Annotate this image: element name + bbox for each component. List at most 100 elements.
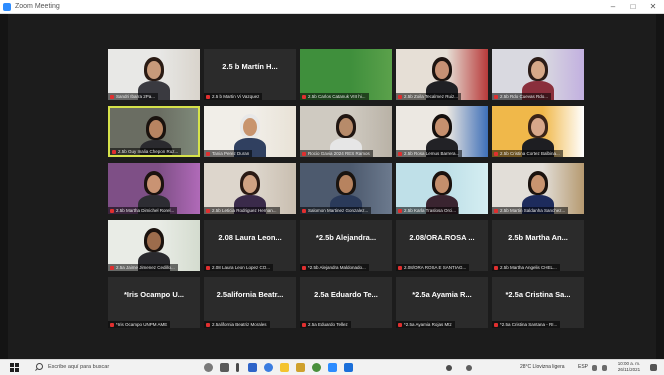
participant-name-label: 2.5b Leticia Rodriguez Hernan...	[204, 207, 280, 214]
participant-tile[interactable]: 2.08/ORA.ROSA ... 2.08/ORA ROSA E SANTIAG…	[396, 220, 488, 271]
tray-chevron-icon[interactable]	[446, 365, 452, 371]
participant-name-text: 2.5alifornia Beatriz Morales	[212, 322, 267, 327]
file-explorer-icon[interactable]	[280, 363, 289, 372]
muted-microphone-icon	[112, 149, 116, 154]
participant-tile[interactable]: 2.5b Martha An... 2.5b Martha Angelis CHE…	[492, 220, 584, 271]
participant-tile[interactable]: Rocio Gavia 2024 RES Ramos	[300, 106, 392, 157]
participant-name-text: 2.5 b Martin Vi Vazquez	[212, 94, 260, 99]
muted-microphone-icon	[302, 265, 306, 270]
edge-icon[interactable]	[264, 363, 273, 372]
cortana-icon[interactable]	[204, 363, 213, 372]
participant-tile[interactable]: 2.5b Cristina Cortez Balbina...	[492, 106, 584, 157]
windows-start-icon[interactable]	[10, 363, 19, 372]
participant-name-label: *2.5a Ayamia Rojas Mtz	[396, 321, 455, 328]
participant-name-text: 2.5b Martha Dimichel Rorel...	[116, 208, 175, 213]
participant-display-name: 2.5alifornia Beatr...	[216, 290, 284, 299]
minimize-button[interactable]: –	[606, 1, 620, 12]
muted-microphone-icon	[110, 208, 114, 213]
window-title: Zoom Meeting	[15, 3, 60, 10]
participant-display-name: 2.08/ORA.ROSA ...	[409, 233, 475, 242]
participant-tile[interactable]: *2.5b Alejandra... *2.5b Alejandra Maldon…	[300, 220, 392, 271]
participant-name-text: 2.5b Martha Angelis CHEL...	[500, 265, 557, 270]
participant-name-text: Salomon Martinez Gonzalez...	[308, 208, 369, 213]
clock-date: 26/11/2021	[617, 367, 641, 372]
participant-tile[interactable]: *Iris Ocampo U... *Iris Ocampo UNPM AME	[108, 277, 200, 328]
participant-display-name: 2.5a Eduardo Te...	[314, 290, 378, 299]
participant-tile[interactable]: 2.08 Laura Leon... 2.08 Laura Leon Lopez …	[204, 220, 296, 271]
participant-name-text: 2.5b Karla Traslosa Orci...	[404, 208, 457, 213]
participant-tile[interactable]: Salomon Martinez Gonzalez...	[300, 163, 392, 214]
language-indicator[interactable]: ESP	[578, 363, 588, 372]
taskbar-search-box[interactable]: Escribe aquí para buscar	[34, 362, 184, 373]
participant-name-text: 2.5b Rdo Cuevas Rdo...	[500, 94, 549, 99]
participant-display-name: 2.08 Laura Leon...	[218, 233, 282, 242]
notifications-icon[interactable]	[650, 364, 657, 371]
participant-name-label: 2.5 b Martin Vi Vazquez	[204, 93, 263, 100]
participant-tile[interactable]: 2.5b Zoila Tecalmez Ruiz...	[396, 49, 488, 100]
participant-tile[interactable]: 2.5alifornia Beatr... 2.5alifornia Beatri…	[204, 277, 296, 328]
muted-microphone-icon	[398, 151, 402, 156]
participant-tile[interactable]: Tania Perez Duran	[204, 106, 296, 157]
participant-tile[interactable]: *2.5a Cristina Sa... *2.5a Cristina Santa…	[492, 277, 584, 328]
participant-tile[interactable]: 2.5b Karla Traslosa Orci...	[396, 163, 488, 214]
participant-name-label: Rocio Gavia 2024 RES Ramos	[300, 150, 373, 157]
participant-name-label: 2.5b Carlos Catanuk VIII hi...	[300, 93, 369, 100]
participant-tile[interactable]: 2.5b Leticia Rodriguez Hernan...	[204, 163, 296, 214]
muted-microphone-icon	[206, 265, 210, 270]
muted-microphone-icon	[206, 322, 210, 327]
participant-name-text: 2.08 Laura Leon Lopez CO...	[212, 265, 271, 270]
participant-name-label: 2.08/ORA ROSA E SANTIAG...	[396, 264, 470, 271]
windows-taskbar: Escribe aquí para buscar 28°C Llovizna l…	[0, 359, 664, 375]
outlook-icon[interactable]	[344, 363, 353, 372]
store-icon[interactable]	[296, 363, 305, 372]
participant-tile[interactable]: Sandri Ibarra 2Pa...	[108, 49, 200, 100]
participant-name-label: 2.08 Laura Leon Lopez CO...	[204, 264, 274, 271]
participant-name-label: 2.5b Guy Inalia Chepon Ruz...	[110, 148, 182, 155]
participant-name-label: *2.5b Alejandra Maldonado...	[300, 264, 369, 271]
widgets-icon[interactable]	[236, 363, 239, 372]
participant-name-text: 2.5a Jaime Jimenez Cedillo...	[116, 265, 175, 270]
task-view-icon[interactable]	[220, 363, 229, 372]
participant-name-text: 2.5b Carlos Catanuk VIII hi...	[308, 94, 366, 99]
participant-tile[interactable]: 2.5b Martha Dimichel Rorel...	[108, 163, 200, 214]
muted-microphone-icon	[206, 208, 210, 213]
participant-name-text: 2.5b Rosa Lemus Barrera...	[404, 151, 460, 156]
participant-tile[interactable]: 2.5b Guy Inalia Chepon Ruz...	[108, 106, 200, 157]
muted-microphone-icon	[302, 322, 306, 327]
clock[interactable]: 10:00 a. m. 26/11/2021	[614, 361, 644, 373]
participant-tile[interactable]: 2.5b Martin Saldanha Sanchez...	[492, 163, 584, 214]
chrome-icon[interactable]	[312, 363, 321, 372]
gallery-view-grid: Sandri Ibarra 2Pa... 2.5 b Martín H... 2.5…	[108, 49, 584, 328]
participant-name-label: 2.5b Martha Angelis CHEL...	[492, 264, 560, 271]
participant-tile[interactable]: 2.5b Rosa Lemus Barrera...	[396, 106, 488, 157]
muted-microphone-icon	[302, 94, 306, 99]
participant-tile[interactable]: 2.5b Carlos Catanuk VIII hi...	[300, 49, 392, 100]
muted-microphone-icon	[494, 94, 498, 99]
participant-name-text: *2.5b Alejandra Maldonado...	[308, 265, 366, 270]
participant-name-label: 2.5a Eduardo Tellez	[300, 321, 351, 328]
muted-microphone-icon	[494, 151, 498, 156]
participant-name-text: 2.08/ORA ROSA E SANTIAG...	[404, 265, 467, 270]
tray-pen-icon[interactable]	[466, 365, 472, 371]
muted-microphone-icon	[110, 322, 114, 327]
participant-tile[interactable]: 2.5a Eduardo Te... 2.5a Eduardo Tellez	[300, 277, 392, 328]
maximize-button[interactable]: □	[626, 1, 640, 12]
close-button[interactable]: ✕	[646, 1, 660, 12]
muted-microphone-icon	[206, 94, 210, 99]
participant-tile[interactable]: 2.5b Rdo Cuevas Rdo...	[492, 49, 584, 100]
participant-tile[interactable]: 2.5 b Martín H... 2.5 b Martin Vi Vazquez	[204, 49, 296, 100]
participant-tile[interactable]: *2.5a Ayamia R... *2.5a Ayamia Rojas Mtz	[396, 277, 488, 328]
word-icon[interactable]	[248, 363, 257, 372]
muted-microphone-icon	[398, 322, 402, 327]
participant-display-name: 2.5 b Martín H...	[222, 62, 278, 71]
participant-name-label: 2.5alifornia Beatriz Morales	[204, 321, 270, 328]
zoom-taskbar-icon[interactable]	[328, 363, 337, 372]
taskbar-search-placeholder: Escribe aquí para buscar	[48, 364, 110, 370]
participant-tile[interactable]: 2.5a Jaime Jimenez Cedillo...	[108, 220, 200, 271]
network-icon[interactable]	[592, 365, 597, 371]
participant-name-label: 2.5b Zoila Tecalmez Ruiz...	[396, 93, 461, 100]
muted-microphone-icon	[494, 208, 498, 213]
weather-status[interactable]: 28°C Llovizna ligera	[520, 363, 565, 372]
meeting-stage: Sandri Ibarra 2Pa... 2.5 b Martín H... 2.5…	[8, 14, 656, 359]
volume-icon[interactable]	[602, 365, 607, 371]
